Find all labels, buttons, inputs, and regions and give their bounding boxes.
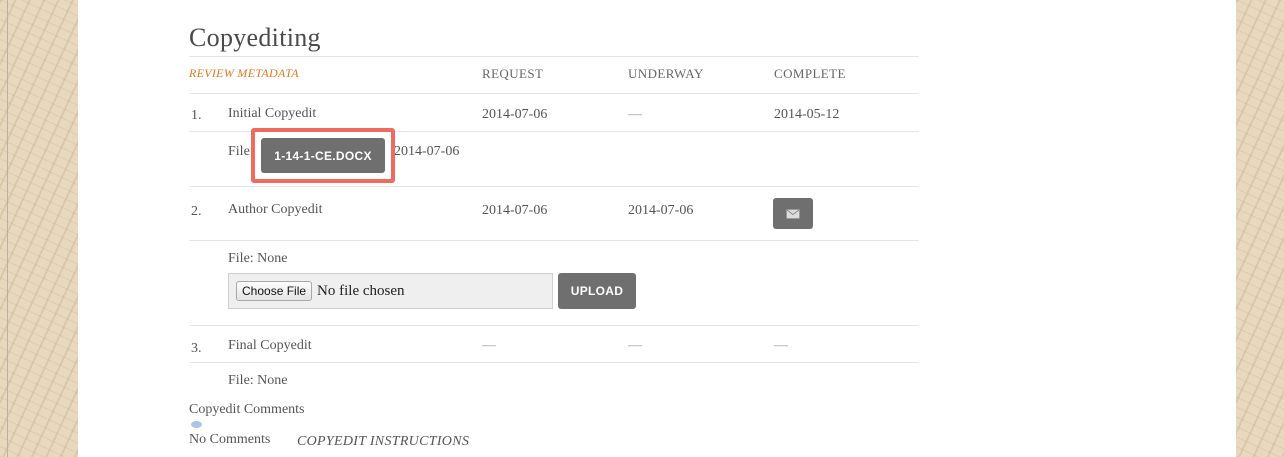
divider bbox=[7, 0, 8, 457]
divider bbox=[189, 240, 919, 241]
row-number: 3. bbox=[191, 341, 202, 356]
file-label: File: bbox=[228, 144, 254, 159]
column-header-complete: COMPLETE bbox=[774, 66, 846, 81]
choose-file-button[interactable]: Choose File bbox=[236, 281, 313, 301]
request-date: 2014-07-06 bbox=[482, 107, 548, 122]
send-email-button[interactable] bbox=[773, 198, 813, 229]
copyedit-instructions-link[interactable]: COPYEDIT INSTRUCTIONS bbox=[297, 434, 469, 450]
page-title: Copyediting bbox=[189, 23, 321, 52]
divider bbox=[189, 186, 919, 187]
no-file-chosen-text: No file chosen bbox=[317, 282, 405, 299]
complete-date: 2014-05-12 bbox=[774, 107, 840, 122]
row-number: 1. bbox=[191, 108, 202, 123]
no-comments-text: No Comments bbox=[189, 432, 271, 447]
request-date: 2014-07-06 bbox=[482, 203, 548, 218]
request-date: — bbox=[482, 338, 496, 353]
underway-date: — bbox=[628, 107, 642, 122]
comments-label: Copyedit Comments bbox=[189, 402, 305, 417]
underway-date: 2014-07-06 bbox=[628, 203, 694, 218]
comment-icon[interactable] bbox=[191, 421, 202, 428]
step-name: Author Copyedit bbox=[228, 202, 323, 217]
step-name: Final Copyedit bbox=[228, 338, 312, 353]
upload-button[interactable]: UPLOAD bbox=[558, 273, 636, 309]
divider bbox=[189, 56, 919, 57]
file-date: 2014-07-06 bbox=[394, 144, 460, 159]
row-number: 2. bbox=[191, 204, 202, 219]
review-metadata-link[interactable]: REVIEW METADATA bbox=[189, 66, 299, 81]
file-chooser-field[interactable]: Choose File No file chosen bbox=[228, 273, 553, 309]
divider bbox=[189, 93, 919, 94]
divider bbox=[189, 325, 919, 326]
column-header-request: REQUEST bbox=[482, 66, 544, 81]
complete-date: — bbox=[774, 338, 788, 353]
file-status: File: None bbox=[228, 373, 288, 388]
step-name: Initial Copyedit bbox=[228, 106, 317, 121]
email-icon bbox=[786, 208, 800, 219]
divider bbox=[189, 362, 919, 363]
background-left bbox=[0, 0, 78, 457]
background-right bbox=[1236, 0, 1284, 457]
underway-date: — bbox=[628, 338, 642, 353]
highlight-box bbox=[251, 128, 395, 183]
column-header-underway: UNDERWAY bbox=[628, 66, 704, 81]
file-status: File: None bbox=[228, 251, 288, 266]
